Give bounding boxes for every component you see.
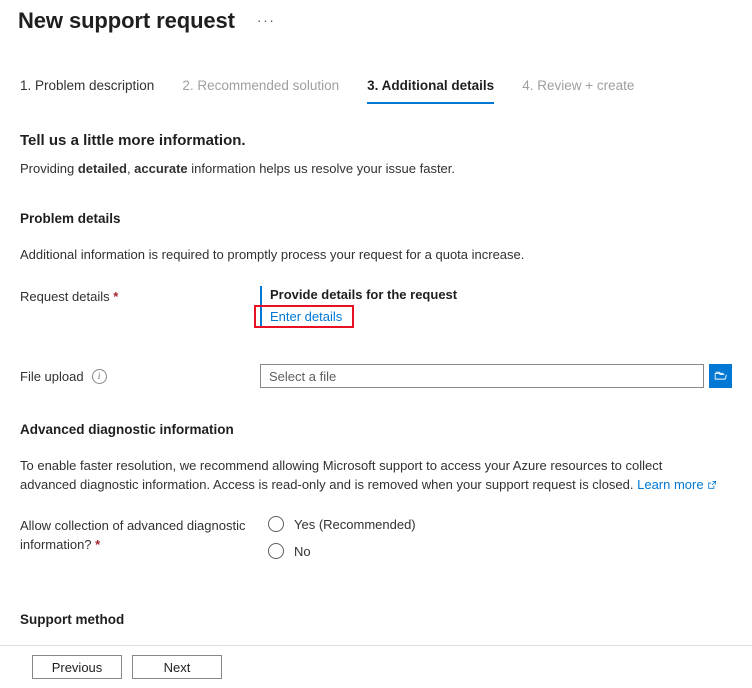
intro-subtext-post: information helps us resolve your issue …	[187, 161, 456, 176]
tab-recommended-solution[interactable]: 2. Recommended solution	[182, 78, 339, 104]
radio-label-yes: Yes (Recommended)	[294, 516, 416, 532]
file-upload-input[interactable]	[260, 364, 704, 388]
radio-circle-yes[interactable]	[268, 516, 284, 532]
tab-problem-description[interactable]: 1. Problem description	[20, 78, 154, 104]
advanced-diagnostic-consent-label: Allow collection of advanced diagnostic …	[20, 516, 268, 554]
consent-required-asterisk: *	[95, 537, 101, 552]
radio-label-no: No	[294, 543, 311, 559]
advanced-diagnostic-consent-row: Allow collection of advanced diagnostic …	[20, 516, 732, 570]
tab-review-create[interactable]: 4. Review + create	[522, 78, 634, 104]
consent-radio-group: Yes (Recommended) No	[268, 516, 732, 570]
page-header: New support request ···	[0, 0, 752, 36]
external-link-icon	[707, 476, 717, 495]
request-details-label-text: Request details	[20, 289, 114, 304]
main-content: Tell us a little more information. Provi…	[0, 132, 752, 627]
wizard-tabs: 1. Problem description 2. Recommended so…	[0, 74, 752, 104]
footer-buttons: Previous Next	[0, 646, 752, 679]
page-title: New support request	[18, 8, 235, 33]
request-details-label: Request details *	[20, 286, 260, 306]
provide-details-block: Provide details for the request Enter de…	[260, 286, 732, 326]
problem-details-description: Additional information is required to pr…	[20, 247, 525, 262]
intro-subtext-bold-detailed: detailed	[77, 161, 127, 176]
info-icon[interactable]: i	[91, 368, 107, 384]
intro-subtext-pre: Providing	[20, 161, 78, 176]
tab-additional-details[interactable]: 3. Additional details	[367, 78, 495, 104]
consent-question-text: Allow collection of advanced diagnostic …	[20, 518, 246, 552]
intro-subtext-bold-accurate: accurate	[134, 161, 188, 176]
learn-more-link[interactable]: Learn more	[637, 477, 703, 492]
advanced-diagnostic-heading: Advanced diagnostic information	[20, 422, 234, 437]
provide-details-title: Provide details for the request	[270, 287, 458, 302]
browse-file-button[interactable]	[708, 364, 732, 388]
advanced-diagnostic-text: To enable faster resolution, we recommen…	[20, 458, 663, 492]
enter-details-link[interactable]: Enter details	[270, 308, 342, 326]
radio-circle-no[interactable]	[268, 543, 284, 559]
previous-button[interactable]: Previous	[32, 655, 122, 679]
request-details-row: Request details * Provide details for th…	[20, 286, 732, 328]
problem-details-heading: Problem details	[20, 211, 121, 226]
more-options-icon[interactable]: ···	[257, 13, 276, 27]
radio-option-no[interactable]: No	[268, 543, 732, 559]
intro-subtext: Providing detailed, accurate information…	[20, 161, 732, 176]
next-button[interactable]: Next	[132, 655, 222, 679]
file-upload-row: File upload i	[20, 364, 732, 388]
support-method-heading: Support method	[20, 612, 125, 627]
file-upload-label-text: File upload	[20, 368, 84, 384]
radio-option-yes[interactable]: Yes (Recommended)	[268, 516, 732, 532]
required-asterisk: *	[113, 289, 119, 304]
request-details-field: Provide details for the request Enter de…	[254, 286, 732, 328]
folder-open-icon	[715, 371, 728, 380]
wizard-footer: Previous Next	[0, 645, 752, 688]
advanced-diagnostic-paragraph: To enable faster resolution, we recommen…	[20, 456, 720, 494]
intro-heading: Tell us a little more information.	[20, 132, 246, 149]
file-upload-label: File upload i	[20, 368, 260, 384]
